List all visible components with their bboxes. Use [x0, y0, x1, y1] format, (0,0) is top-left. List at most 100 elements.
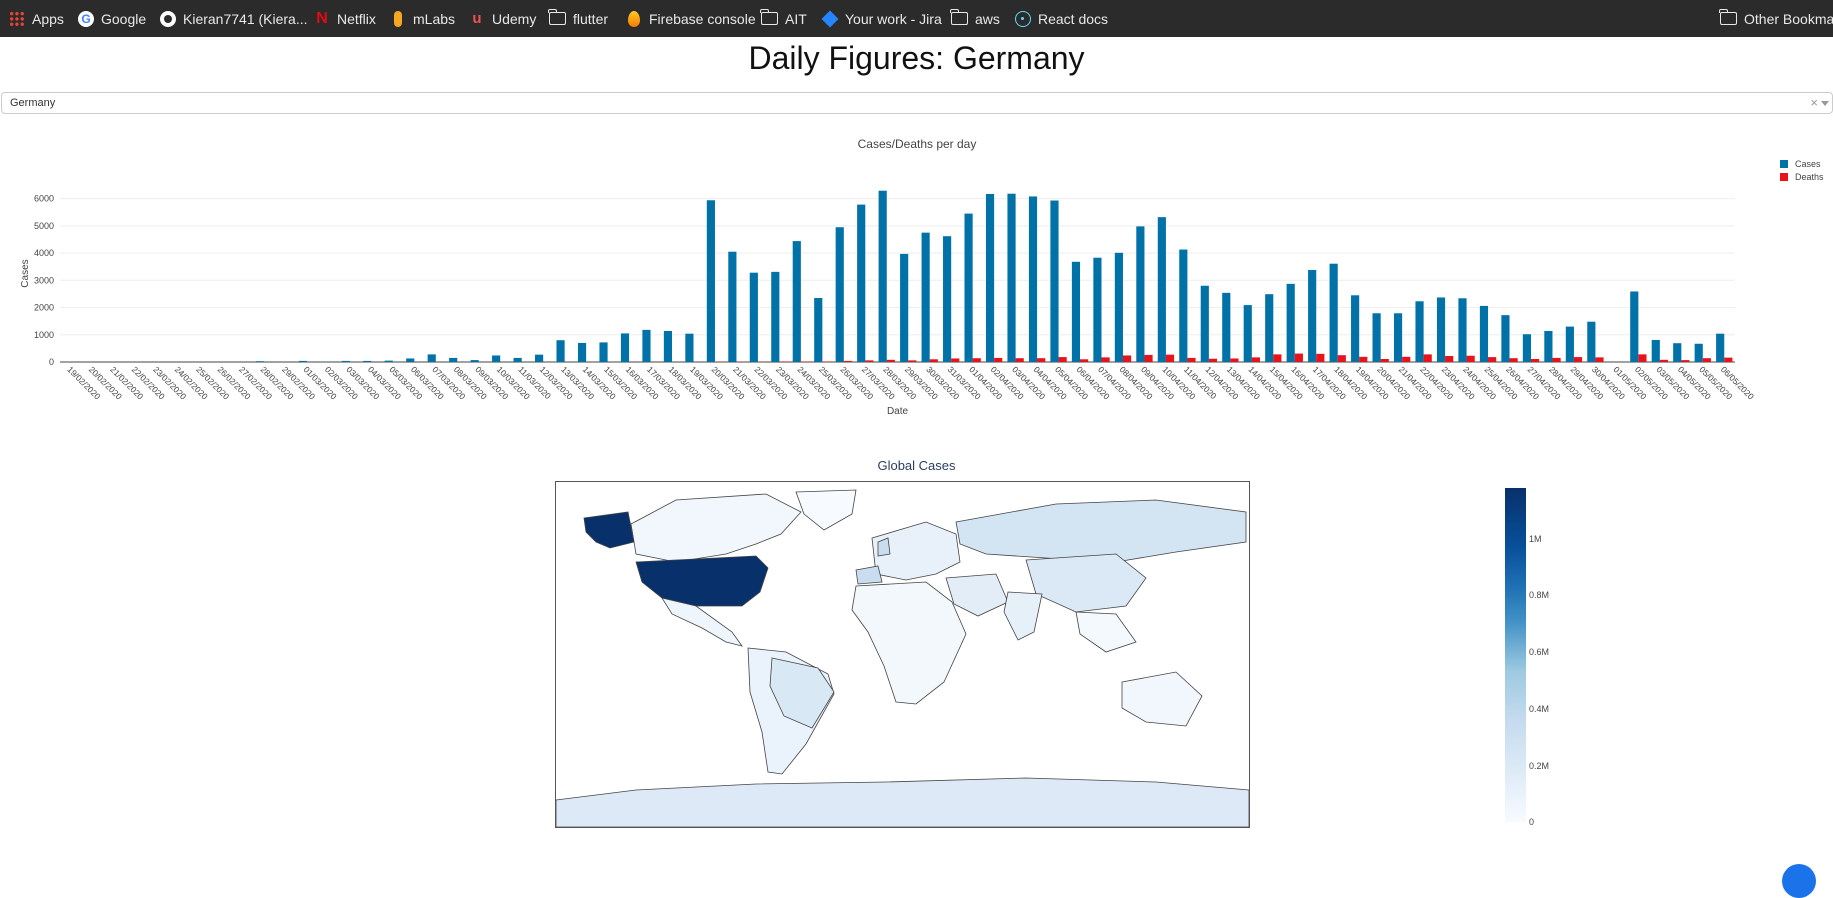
cases-bar: [728, 252, 736, 362]
colorbar-tick: 0.4M: [1529, 704, 1549, 714]
cases-bar: [1072, 262, 1080, 362]
bookmark-label: Google: [101, 11, 146, 27]
bookmark-jira[interactable]: Your work - Jira: [822, 0, 942, 37]
cases-bar: [857, 205, 865, 362]
global-cases-map: [555, 481, 1250, 828]
cases-bar: [449, 358, 457, 362]
deaths-bar: [951, 358, 959, 362]
bookmark-google[interactable]: G Google: [78, 0, 146, 37]
deaths-bar: [1273, 354, 1281, 362]
cases-bar: [578, 343, 586, 362]
jira-icon: [822, 10, 839, 27]
deaths-bar: [779, 361, 787, 362]
deaths-bar: [994, 358, 1002, 362]
cases-bar: [1222, 293, 1230, 362]
cases-bar: [943, 236, 951, 362]
cases-bar: [879, 191, 887, 362]
bookmark-firebase[interactable]: Firebase console: [626, 0, 756, 37]
region-alaska: [584, 512, 634, 548]
deaths-bar: [1144, 355, 1152, 362]
cases-bar: [836, 227, 844, 362]
country-select[interactable]: Germany ×: [1, 92, 1833, 114]
bookmark-label: AIT: [785, 11, 807, 27]
cases-bar: [471, 360, 479, 362]
cases-bar: [1673, 343, 1681, 362]
deaths-bar: [1359, 357, 1367, 362]
region-spain: [856, 566, 882, 584]
chart-title: Cases/Deaths per day: [858, 137, 977, 151]
clear-icon[interactable]: ×: [1810, 95, 1818, 110]
bookmark-label: Apps: [32, 11, 64, 27]
cases-bar: [342, 361, 350, 362]
colorbar-tick: 0.8M: [1529, 590, 1549, 600]
bookmark-github[interactable]: Kieran7741 (Kiera...: [160, 0, 308, 37]
deaths-bar: [1531, 359, 1539, 362]
bookmark-mlabs[interactable]: mLabs: [390, 0, 455, 37]
folder-icon: [549, 12, 566, 25]
colorbar: [1505, 488, 1526, 822]
cases-bar: [1587, 322, 1595, 362]
deaths-bar: [1445, 356, 1453, 362]
cases-bar: [385, 361, 393, 362]
y-tick-label: 3000: [34, 275, 54, 285]
other-bookmarks[interactable]: Other Bookmarks: [1720, 0, 1833, 37]
deaths-bar: [822, 361, 830, 362]
deaths-bar: [1080, 359, 1088, 362]
google-icon: G: [78, 11, 94, 27]
region-australia: [1122, 672, 1202, 726]
deaths-bar: [1552, 358, 1560, 362]
cases-bar: [685, 334, 693, 362]
cases-bar: [707, 200, 715, 362]
bookmark-react-docs[interactable]: React docs: [1015, 0, 1108, 37]
chevron-down-icon[interactable]: [1821, 101, 1829, 106]
deaths-bar: [865, 360, 873, 362]
cases-bar: [750, 273, 758, 362]
bookmark-apps[interactable]: Apps: [9, 0, 64, 37]
cases-bar: [1523, 334, 1531, 362]
bookmark-ait[interactable]: AIT: [761, 0, 807, 37]
cases-bar: [965, 214, 973, 362]
cases-bar: [986, 194, 994, 362]
help-fab-button[interactable]: [1782, 864, 1816, 898]
cases-bar: [1437, 297, 1445, 362]
cases-bar: [1029, 196, 1037, 362]
cases-bar: [1652, 340, 1660, 362]
country-select-value: Germany: [10, 97, 55, 109]
cases-bar: [1115, 253, 1123, 362]
region-china: [1026, 554, 1146, 612]
region-india: [1004, 592, 1042, 640]
region-united-states: [636, 556, 768, 606]
cases-bar: [1287, 284, 1295, 362]
region-africa: [852, 582, 966, 704]
y-tick-label: 6000: [34, 194, 54, 204]
cases-bar: [556, 340, 564, 362]
bookmark-flutter[interactable]: flutter: [549, 0, 608, 37]
bookmark-label: flutter: [573, 11, 608, 27]
cases-bar: [1415, 301, 1423, 362]
firebase-icon: [628, 11, 640, 27]
bookmark-netflix[interactable]: NNetflix: [314, 0, 376, 37]
deaths-bar: [1187, 358, 1195, 362]
deaths-bar: [1338, 355, 1346, 362]
react-icon: [1015, 11, 1031, 27]
deaths-bar: [1059, 357, 1067, 362]
deaths-bar: [1488, 357, 1496, 362]
cases-bar: [1695, 344, 1703, 362]
bookmark-aws[interactable]: aws: [951, 0, 1000, 37]
cases-bar: [363, 361, 371, 362]
y-axis-label: Cases: [20, 259, 31, 287]
cases-bar: [1373, 313, 1381, 362]
region-southeast-asia: [1076, 612, 1136, 652]
cases-bar: [299, 361, 307, 362]
deaths-bar: [1724, 358, 1732, 362]
deaths-bar: [1424, 354, 1432, 362]
deaths-bar: [1467, 356, 1475, 362]
cases-deaths-bar-chart: Cases/Deaths per day01000200030004000500…: [0, 130, 1833, 420]
deaths-bar: [1574, 357, 1582, 362]
bookmark-udemy[interactable]: uUdemy: [469, 0, 536, 37]
cases-bar: [1265, 294, 1273, 362]
bookmark-label: React docs: [1038, 11, 1108, 27]
map-title: Global Cases: [0, 458, 1833, 473]
cases-bar: [1158, 217, 1166, 362]
cases-bar: [535, 355, 543, 362]
